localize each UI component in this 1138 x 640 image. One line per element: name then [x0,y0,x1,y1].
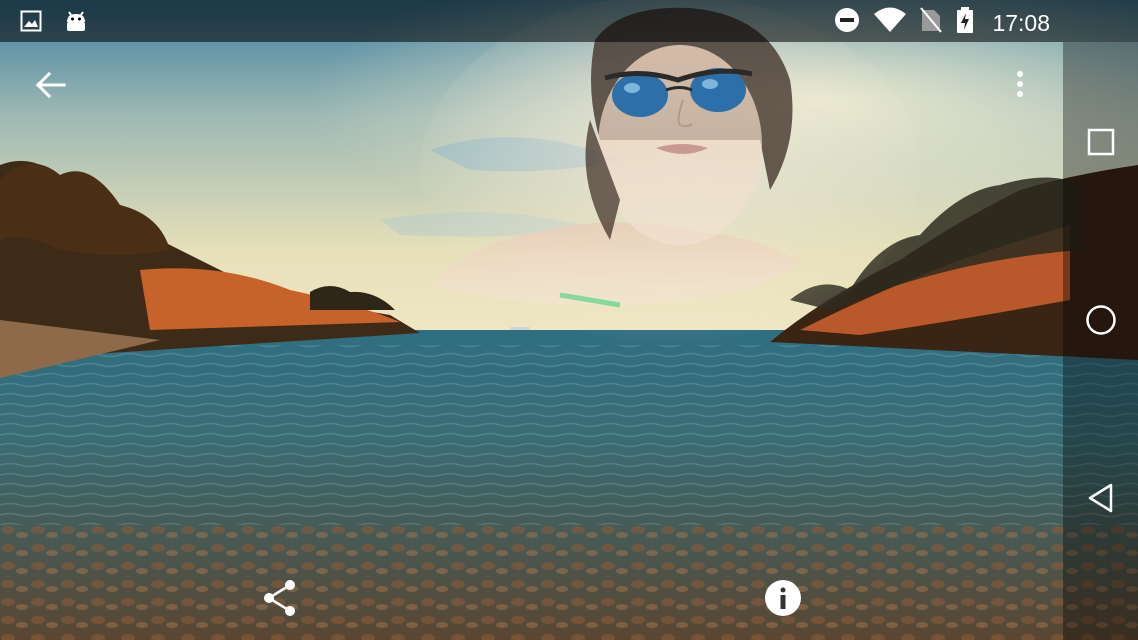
home-icon [1086,305,1116,335]
recents-icon [1087,128,1115,156]
arrow-back-icon [35,71,66,99]
share-icon [264,580,295,616]
nav-back-button[interactable] [1083,480,1119,516]
share-button[interactable] [258,576,302,620]
do-not-disturb-icon [834,7,860,38]
battery-charging-icon [956,6,974,39]
home-button[interactable] [1083,302,1119,338]
status-time: 17:08 [992,9,1050,36]
image-notification-icon [20,10,42,37]
photo[interactable] [0,0,1138,640]
status-bar: 17:08 [0,0,1138,42]
navigation-bar [1063,42,1138,640]
no-sim-icon [920,7,943,38]
back-button[interactable] [28,63,72,107]
photo-viewer-screen: 17:08 [0,0,1138,640]
system-status-icons: 17:08 [834,6,1050,39]
notification-icons [20,8,88,39]
recents-button[interactable] [1083,124,1119,160]
back-icon [1088,483,1113,513]
android-notification-icon [64,8,88,39]
info-icon [765,580,801,616]
more-vert-icon [1017,71,1023,97]
info-button[interactable] [761,576,805,620]
overflow-menu-button[interactable] [998,63,1042,107]
wifi-icon [874,7,907,38]
